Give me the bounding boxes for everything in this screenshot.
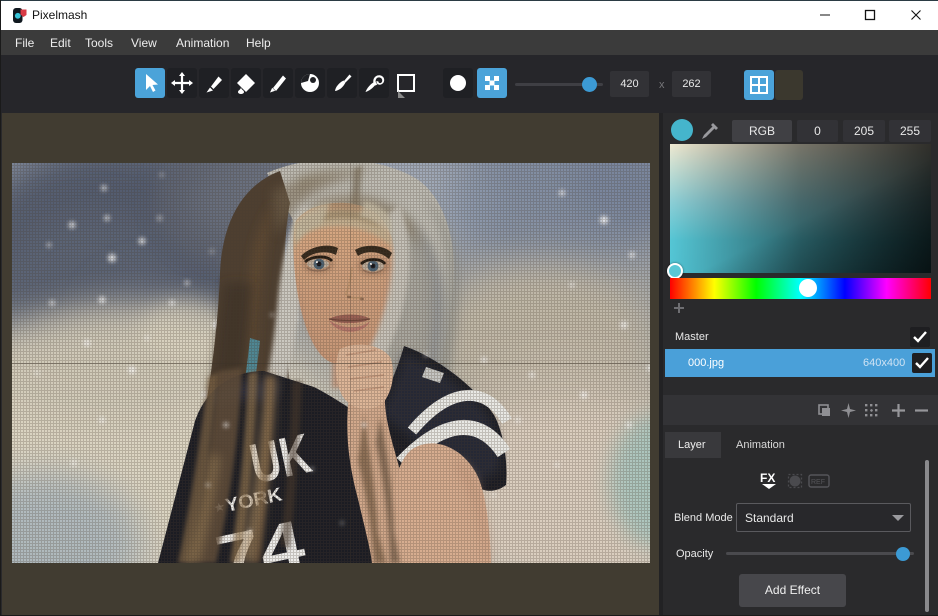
svg-text:FX: FX [760,471,775,485]
svg-text:REF: REF [811,479,825,486]
